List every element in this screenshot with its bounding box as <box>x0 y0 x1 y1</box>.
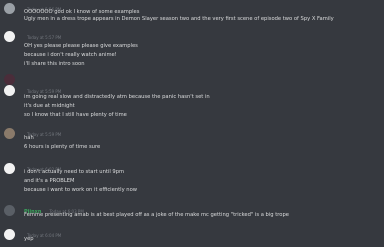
avatar[interactable] <box>4 3 15 14</box>
message-text: OH yes please please please give example… <box>24 43 138 49</box>
message-text: because i don't really watch anime! <box>24 52 117 58</box>
chat-messages: Today at 5:56 PM OOOOOOO god ok I know o… <box>0 0 384 247</box>
message-text: i'll share this intro soon <box>24 61 85 67</box>
avatar[interactable] <box>4 31 15 42</box>
message-text: yep <box>24 236 34 242</box>
avatar[interactable] <box>4 128 15 139</box>
message-text: it's due at midnight <box>24 103 75 109</box>
avatar[interactable] <box>4 163 15 174</box>
message-text: 6 hours is plenty of time sure <box>24 144 101 150</box>
avatar[interactable] <box>4 74 15 85</box>
message-text: and it's a PROBLEM <box>24 178 75 184</box>
message-text: because i want to work on it efficiently… <box>24 187 138 193</box>
avatar[interactable] <box>4 229 15 240</box>
message-text: im going real slow and distractedly atm … <box>24 94 210 100</box>
message-text: Ugly men in a dress trope appears in Dem… <box>24 16 334 22</box>
message-text: Femme presenting amab is at best played … <box>24 212 289 218</box>
message-text: so I know that I still have plenty of ti… <box>24 112 127 118</box>
message-text: hah <box>24 135 34 141</box>
message-text: i don't actually need to start until 9pm <box>24 169 125 175</box>
avatar[interactable] <box>4 205 15 216</box>
timestamp: Today at 5:57 PM <box>27 35 62 40</box>
avatar[interactable] <box>4 85 15 96</box>
message-text: OOOOOOO god ok I know of some examples <box>24 9 140 15</box>
